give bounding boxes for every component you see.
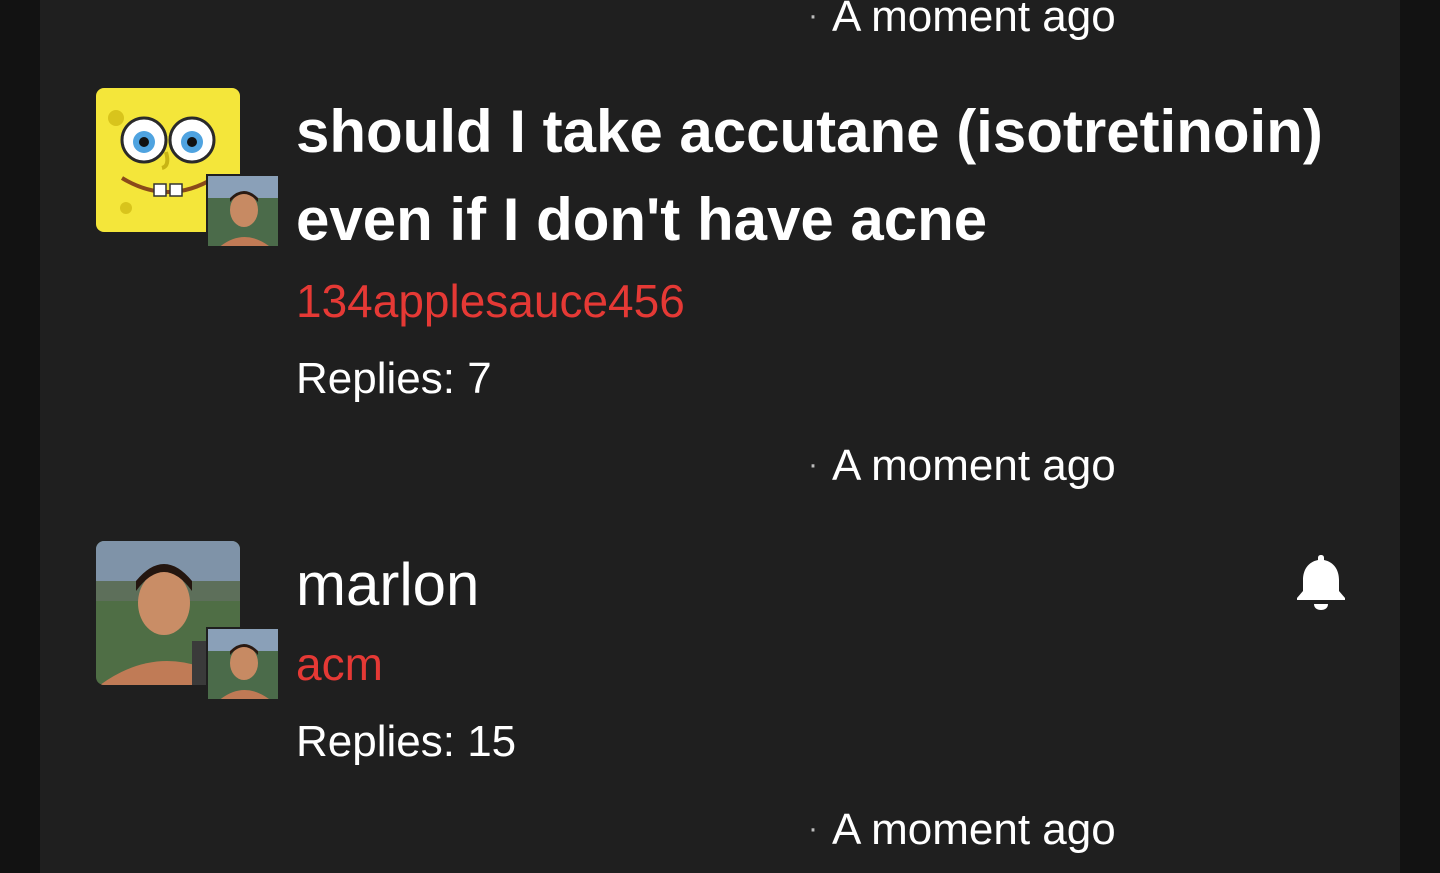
thread-list: · A moment ago should I take accutane (i… [40,0,1400,873]
thread-title[interactable]: should I take accutane (isotretinoin) ev… [296,88,1356,264]
separator-dot: · [808,812,818,845]
thread-item[interactable]: marlon acm Replies: 15 [96,541,1376,841]
separator-dot: · [808,0,818,32]
separator-dot: · [808,448,818,481]
thread-title[interactable]: marlon [296,541,1356,629]
timestamp: · A moment ago [808,441,1116,490]
thread-author[interactable]: acm [296,637,383,691]
timestamp: · A moment ago [808,0,1116,41]
bell-icon[interactable] [1294,553,1348,611]
user-photo-avatar-icon [206,627,280,701]
user-photo-avatar-icon [206,174,280,248]
thread-author[interactable]: 134applesauce456 [296,274,685,328]
reply-count: Replies: 7 [296,354,492,403]
timestamp: · A moment ago [808,805,1116,854]
reply-count: Replies: 15 [296,717,517,766]
